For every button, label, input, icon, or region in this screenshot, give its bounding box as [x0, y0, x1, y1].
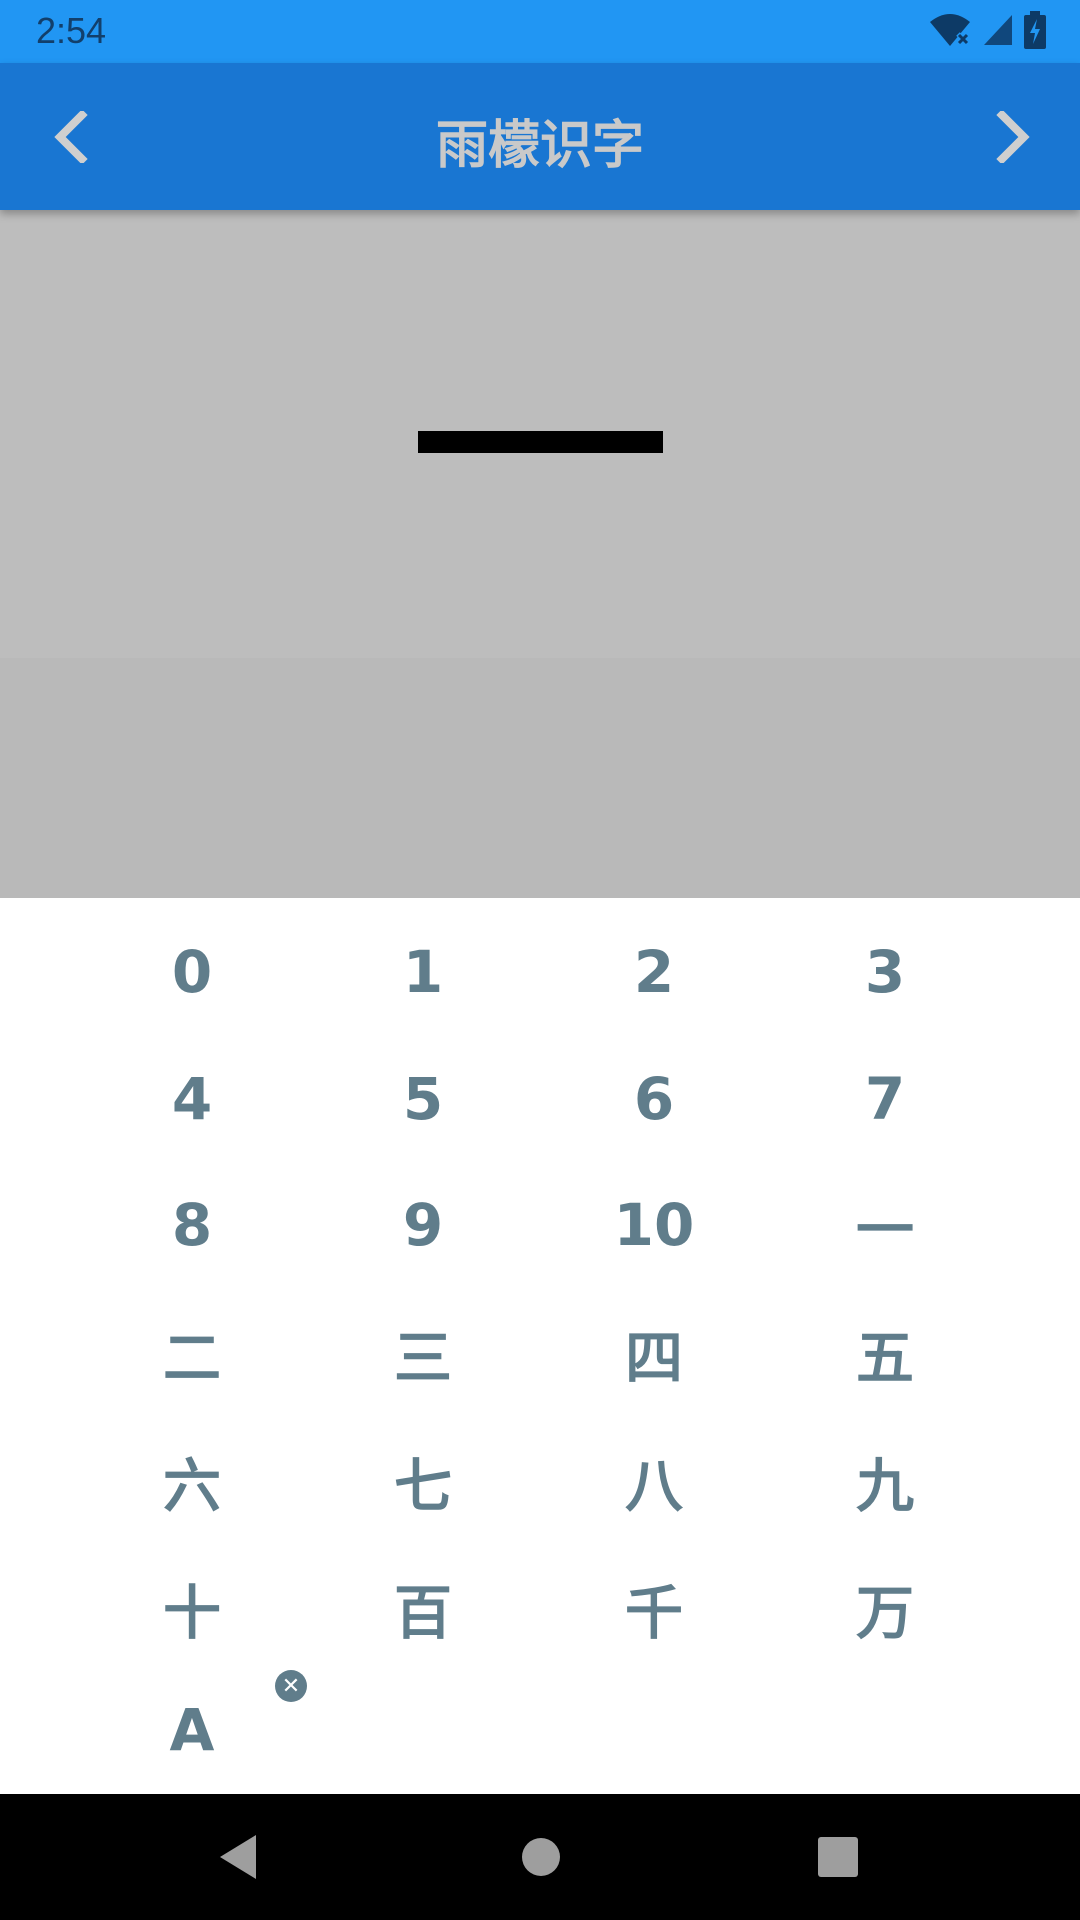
next-button[interactable]: [972, 99, 1052, 179]
battery-charging-icon: [1024, 11, 1046, 53]
key-四[interactable]: 四: [574, 1298, 734, 1408]
status-bar: 2:54: [0, 0, 1080, 63]
display-lower-panel: [0, 658, 1080, 898]
key-4[interactable]: 4: [112, 1044, 272, 1154]
key-六[interactable]: 六: [112, 1426, 272, 1536]
home-button[interactable]: [506, 1824, 576, 1894]
current-character-glyph: [418, 431, 663, 453]
key-五[interactable]: 五: [805, 1298, 965, 1408]
key-2[interactable]: 2: [574, 917, 734, 1027]
app-bar: 雨檬识字: [0, 63, 1080, 210]
key-7[interactable]: 7: [805, 1044, 965, 1154]
recents-icon: [818, 1837, 858, 1881]
wifi-off-icon: [928, 12, 972, 52]
key-1[interactable]: 1: [343, 917, 503, 1027]
key-八[interactable]: 八: [574, 1426, 734, 1536]
recents-button[interactable]: [803, 1824, 873, 1894]
chevron-right-icon: [992, 109, 1032, 167]
key-千[interactable]: 千: [574, 1553, 734, 1663]
key-七[interactable]: 七: [343, 1426, 503, 1536]
key-百[interactable]: 百: [343, 1553, 503, 1663]
key-一[interactable]: 一: [805, 1170, 965, 1280]
clear-icon[interactable]: ✕: [275, 1670, 307, 1702]
character-display: [0, 210, 1080, 658]
key-10[interactable]: 10: [574, 1170, 734, 1280]
key-A[interactable]: A: [112, 1675, 272, 1785]
key-万[interactable]: 万: [805, 1553, 965, 1663]
key-9[interactable]: 9: [343, 1170, 503, 1280]
key-3[interactable]: 3: [805, 917, 965, 1027]
page-title: 雨檬识字: [435, 116, 644, 176]
key-6[interactable]: 6: [574, 1044, 734, 1154]
key-8[interactable]: 8: [112, 1170, 272, 1280]
key-十[interactable]: 十: [112, 1553, 272, 1663]
system-nav-bar: [0, 1794, 1080, 1920]
key-九[interactable]: 九: [805, 1426, 965, 1536]
signal-icon: [982, 13, 1014, 51]
key-5[interactable]: 5: [343, 1044, 503, 1154]
key-二[interactable]: 二: [112, 1298, 272, 1408]
key-三[interactable]: 三: [343, 1298, 503, 1408]
status-time: 2:54: [36, 10, 107, 51]
home-icon: [521, 1837, 561, 1881]
back-icon: [216, 1833, 260, 1885]
status-icons: [928, 11, 1046, 53]
back-button[interactable]: [203, 1824, 273, 1894]
key-0[interactable]: 0: [112, 917, 272, 1027]
